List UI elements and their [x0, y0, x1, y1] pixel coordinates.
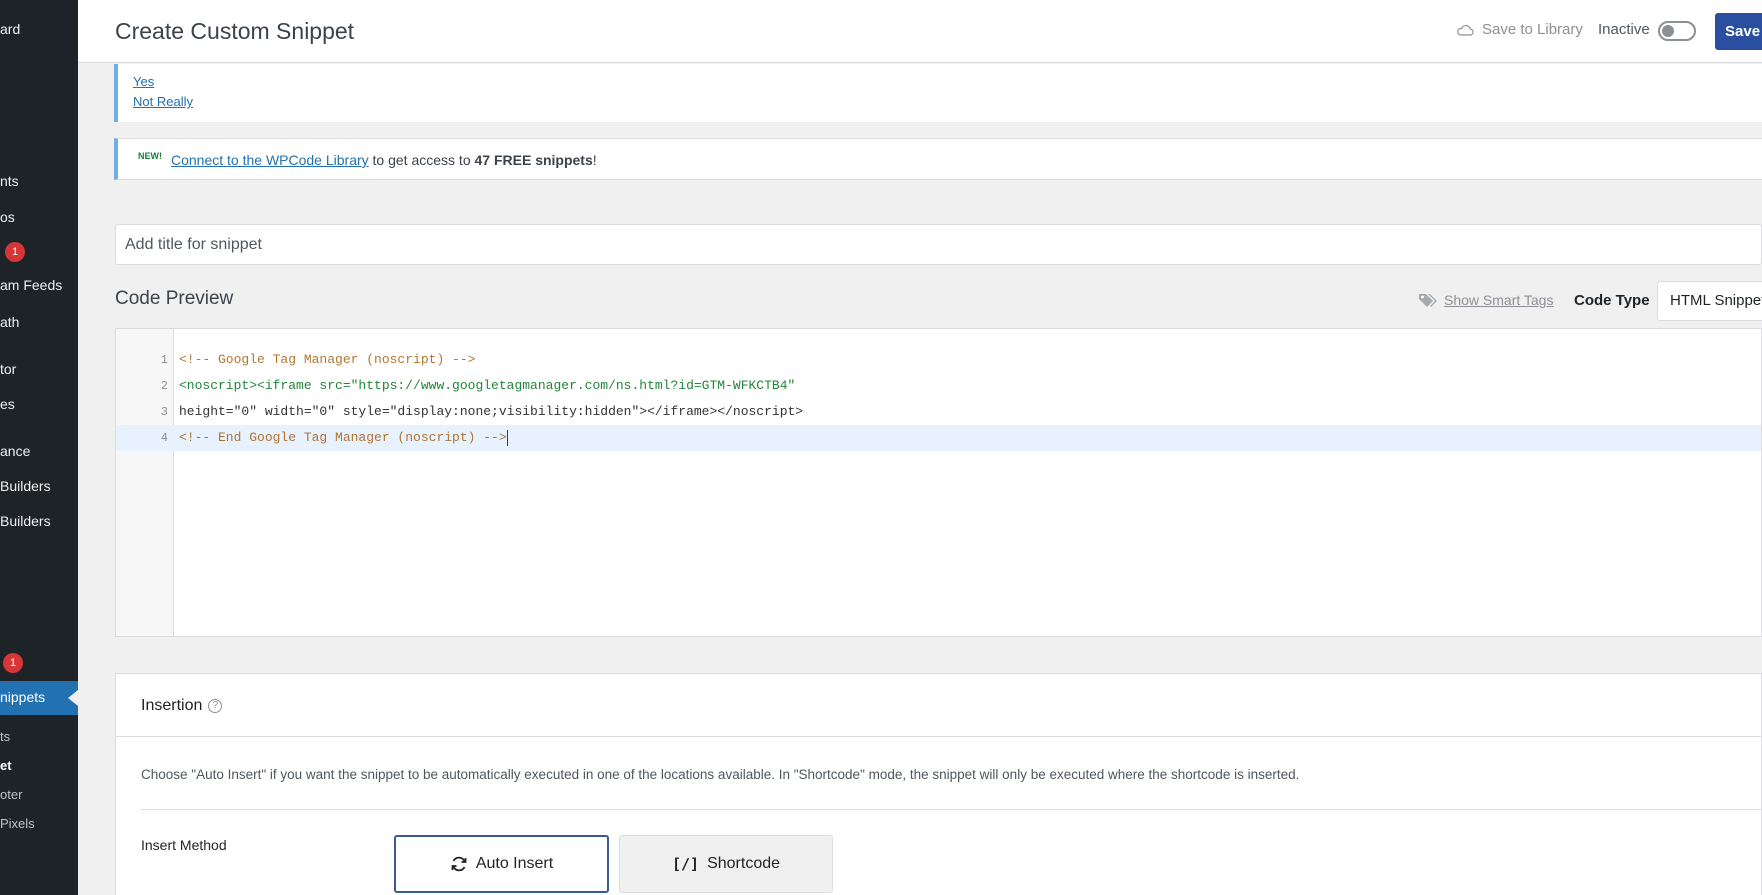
line-number: 1 [160, 353, 168, 367]
active-toggle[interactable] [1658, 21, 1696, 41]
save-button[interactable]: Save [1715, 13, 1762, 50]
save-to-library-button[interactable]: Save to Library [1456, 21, 1583, 38]
code-line-active[interactable]: 4 <!-- End Google Tag Manager (noscript)… [116, 425, 1761, 451]
insertion-title: Insertion ? [141, 697, 223, 715]
refresh-icon [451, 856, 467, 872]
insertion-panel: Insertion ? Choose "Auto Insert" if you … [115, 673, 1762, 895]
page-header: Create Custom Snippet Save to Library In… [78, 0, 1762, 63]
code-line[interactable]: 2 <noscript><iframe src="https://www.goo… [116, 373, 1761, 399]
feedback-notice: Yes Not Really [114, 64, 1762, 122]
shortcode-button[interactable]: [/] Shortcode [619, 835, 833, 893]
show-smart-tags-label: Show Smart Tags [1444, 292, 1554, 308]
notification-badge: 1 [3, 653, 23, 673]
sidebar-item-comments[interactable]: nts [0, 170, 19, 192]
code-preview-title: Code Preview [115, 288, 234, 309]
code-line-text: <noscript><iframe src="https://www.googl… [179, 378, 796, 393]
sidebar-item-code-snippets-label: nippets [0, 689, 46, 705]
sidebar-subitem-add-snippet[interactable]: et [0, 755, 12, 777]
sidebar-item-dashboard[interactable]: ard [0, 18, 20, 40]
sidebar-item-editor[interactable]: tor [0, 358, 16, 380]
active-arrow-indicator [68, 690, 78, 706]
page-title: Create Custom Snippet [115, 18, 355, 44]
free-snippets-count: 47 FREE snippets [474, 152, 593, 168]
code-type-select[interactable]: HTML Snippet [1657, 281, 1762, 321]
sidebar-item-appearance[interactable]: ance [0, 440, 30, 462]
library-notice: NEW! Connect to the WPCode Library to ge… [114, 138, 1762, 180]
show-smart-tags-link[interactable]: Show Smart Tags [1418, 292, 1553, 308]
code-line-text: <!-- End Google Tag Manager (noscript) -… [179, 429, 508, 446]
code-editor[interactable]: 1 <!-- Google Tag Manager (noscript) -->… [115, 328, 1762, 637]
sidebar-item-instagram-feeds[interactable]: am Feeds [0, 274, 62, 296]
sidebar-item-builders-1[interactable]: Builders [0, 475, 51, 497]
insert-method-label: Insert Method [141, 837, 227, 853]
code-line-text: height="0" width="0" style="display:none… [179, 404, 804, 419]
sidebar-subitem-header-footer[interactable]: oter [0, 784, 22, 806]
admin-sidebar: ard nts os 1 am Feeds ath tor es ance Bu… [0, 0, 78, 895]
toggle-knob [1662, 25, 1674, 37]
new-badge: NEW! [138, 151, 162, 161]
shortcode-icon: [/] [671, 855, 700, 873]
connect-library-link[interactable]: Connect to the WPCode Library [171, 152, 369, 168]
sidebar-subitem-conversion-pixels[interactable]: Pixels [0, 813, 35, 835]
sidebar-subitem-all-snippets[interactable]: ts [0, 726, 10, 748]
line-number: 4 [160, 431, 168, 445]
divider [141, 809, 1762, 810]
library-notice-end: ! [592, 152, 597, 168]
library-notice-text: to get access to [368, 152, 475, 168]
snippet-title-input[interactable] [115, 224, 1762, 265]
status-label: Inactive [1598, 21, 1650, 38]
feedback-not-really-link[interactable]: Not Really [133, 94, 193, 109]
insertion-header: Insertion ? [116, 674, 1761, 737]
auto-insert-button[interactable]: Auto Insert [394, 835, 609, 893]
auto-insert-label: Auto Insert [475, 855, 554, 872]
cloud-icon [1457, 24, 1474, 36]
save-to-library-label: Save to Library [1482, 21, 1583, 38]
text-caret [506, 429, 508, 446]
shortcode-label: Shortcode [707, 855, 781, 872]
library-notice-message: Connect to the WPCode Library to get acc… [171, 152, 597, 168]
tags-icon [1419, 294, 1437, 307]
feedback-yes-link[interactable]: Yes [133, 74, 154, 89]
code-line[interactable]: 1 <!-- Google Tag Manager (noscript) --> [116, 347, 1761, 373]
code-line-text: <!-- Google Tag Manager (noscript) --> [179, 352, 476, 367]
sidebar-item-pops[interactable]: os [0, 206, 15, 228]
notification-badge: 1 [5, 242, 25, 262]
line-number: 3 [160, 405, 168, 419]
help-icon[interactable]: ? [208, 699, 223, 713]
insertion-title-text: Insertion [141, 697, 203, 714]
code-line[interactable]: 3 height="0" width="0" style="display:no… [116, 399, 1761, 425]
insertion-description: Choose "Auto Insert" if you want the sni… [141, 767, 1300, 782]
sidebar-item-builders-2[interactable]: Builders [0, 510, 51, 532]
line-number: 2 [160, 379, 168, 393]
sidebar-item-themes[interactable]: es [0, 393, 15, 415]
sidebar-item-path[interactable]: ath [0, 311, 19, 333]
code-type-label: Code Type [1574, 292, 1650, 309]
